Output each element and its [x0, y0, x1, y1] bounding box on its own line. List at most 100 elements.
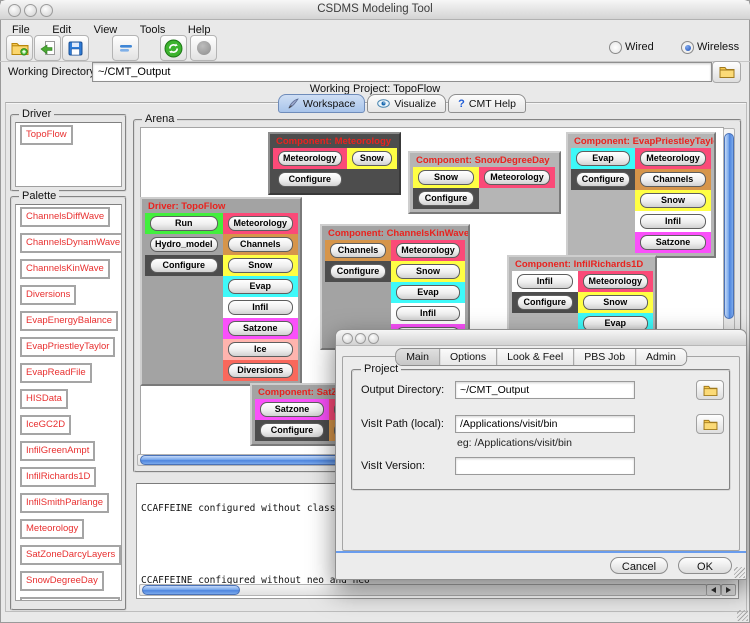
hydro-model-button[interactable]: Hydro_model: [150, 237, 218, 252]
window-resize-grip[interactable]: [737, 610, 748, 621]
configure-button[interactable]: Configure: [278, 172, 342, 187]
palette-item[interactable]: Meteorology: [20, 519, 84, 539]
save-button[interactable]: [62, 35, 89, 61]
palette-item[interactable]: ChannelsDynamWave: [20, 233, 122, 253]
dialog-resize-grip[interactable]: [734, 567, 745, 578]
working-directory-input[interactable]: [92, 62, 712, 82]
output-directory-browse-button[interactable]: [696, 380, 724, 400]
snow-port-button[interactable]: Snow: [583, 295, 648, 310]
zoom-window-icon[interactable]: [368, 333, 379, 344]
palette-item[interactable]: InfilGreenAmpt: [20, 441, 95, 461]
meteorology-port-button[interactable]: Meteorology: [396, 243, 460, 258]
channels-port-button[interactable]: Channels: [330, 243, 386, 258]
meteorology-port-button[interactable]: Meteorology: [278, 151, 342, 166]
scroll-left-arrow-icon[interactable]: [706, 584, 721, 596]
snow-port-button[interactable]: Snow: [396, 264, 460, 279]
output-directory-input[interactable]: [455, 381, 635, 399]
tab-main[interactable]: Main: [396, 349, 439, 365]
infil-port-button[interactable]: Infil: [228, 300, 294, 315]
palette-item[interactable]: EvapEnergyBalance: [20, 311, 118, 331]
console-horizontal-scrollbar[interactable]: [139, 584, 707, 596]
component-window-evappriestleytaylor[interactable]: Component: EvapPriestleyTaylor Evap Conf…: [566, 132, 716, 258]
snow-port-button[interactable]: Snow: [418, 170, 474, 185]
component-title: Component: SnowDegreeDay: [410, 153, 559, 167]
channels-port-button[interactable]: Channels: [640, 172, 706, 187]
configure-button[interactable]: Configure: [418, 191, 474, 206]
scrollbar-thumb[interactable]: [142, 585, 240, 595]
component-window-snowdegreeday[interactable]: Component: SnowDegreeDay Snow Configure …: [408, 151, 561, 214]
palette-item[interactable]: EvapReadFile: [20, 363, 92, 383]
run-button[interactable]: Run: [150, 216, 218, 231]
dialog-titlebar[interactable]: [336, 330, 746, 346]
tab-look-feel[interactable]: Look & Feel: [496, 349, 573, 365]
infil-port-button[interactable]: Infil: [517, 274, 573, 289]
tab-pbs-job[interactable]: PBS Job: [573, 349, 635, 365]
cancel-button[interactable]: Cancel: [610, 557, 668, 574]
snow-port-button[interactable]: Snow: [352, 151, 392, 166]
visit-version-input[interactable]: [455, 457, 635, 475]
wired-radio[interactable]: [609, 41, 622, 54]
palette-item[interactable]: ChannelsKinWave: [20, 259, 110, 279]
snow-port-button[interactable]: Snow: [640, 193, 706, 208]
palette-item[interactable]: EvapPriestleyTaylor: [20, 337, 115, 357]
configure-button[interactable]: Configure: [330, 264, 386, 279]
wireless-radio[interactable]: [681, 41, 694, 54]
minimize-window-icon[interactable]: [355, 333, 366, 344]
palette-item[interactable]: SnowDegreeDay: [20, 571, 104, 591]
driver-window-topoflow[interactable]: Driver: TopoFlow Run Hydro_model Configu…: [140, 197, 302, 386]
ok-button[interactable]: OK: [678, 557, 732, 574]
driver-item-topoflow[interactable]: TopoFlow: [20, 125, 73, 145]
palette-item[interactable]: HISData: [20, 389, 68, 409]
channels-port-button[interactable]: Channels: [228, 237, 294, 252]
scroll-right-arrow-icon[interactable]: [721, 584, 736, 596]
evap-port-button[interactable]: Evap: [396, 285, 460, 300]
configure-button[interactable]: Configure: [260, 423, 324, 438]
close-window-icon[interactable]: [342, 333, 353, 344]
console-button[interactable]: [112, 35, 139, 61]
visit-path-browse-button[interactable]: [696, 414, 724, 434]
palette-item[interactable]: ChannelsDiffWave: [20, 207, 110, 227]
meteorology-port-button[interactable]: Meteorology: [484, 170, 550, 185]
ice-port-button[interactable]: Ice: [228, 342, 294, 357]
palette-item[interactable]: SnowEnergyBalance: [20, 597, 120, 601]
component-window-infilrichards1d[interactable]: Component: InfilRichards1D Infil Configu…: [507, 255, 657, 339]
configure-button[interactable]: Configure: [576, 172, 630, 187]
satzone-port-button[interactable]: Satzone: [640, 235, 706, 250]
palette-item[interactable]: InfilSmithParlange: [20, 493, 109, 513]
scrollbar-thumb[interactable]: [724, 133, 734, 319]
evap-port-button[interactable]: Evap: [228, 279, 294, 294]
tab-cmt-help[interactable]: ? CMT Help: [448, 94, 526, 113]
infil-port-button[interactable]: Infil: [396, 306, 460, 321]
configure-button[interactable]: Configure: [517, 295, 573, 310]
visit-path-input[interactable]: [455, 415, 635, 433]
palette-item[interactable]: IceGC2D: [20, 415, 71, 435]
import-button[interactable]: [34, 35, 61, 61]
evap-port-button[interactable]: Evap: [576, 151, 630, 166]
meteorology-port-button[interactable]: Meteorology: [583, 274, 648, 289]
satzone-port-button[interactable]: Satzone: [228, 321, 294, 336]
diversions-port-button[interactable]: Diversions: [228, 363, 294, 378]
component-window-meteorology[interactable]: Component: Meteorology Meteorology Confi…: [268, 132, 401, 195]
meteorology-port-button[interactable]: Meteorology: [228, 216, 294, 231]
stop-button[interactable]: [190, 35, 217, 61]
palette-item[interactable]: InfilRichards1D: [20, 467, 96, 487]
port-pad-infil: Infil: [635, 211, 711, 232]
tab-visualize[interactable]: Visualize: [367, 94, 446, 113]
tab-admin[interactable]: Admin: [635, 349, 686, 365]
working-directory-browse-button[interactable]: [712, 61, 741, 83]
snow-port-button[interactable]: Snow: [228, 258, 294, 273]
palette-item[interactable]: Diversions: [20, 285, 76, 305]
configure-pad: Configure: [325, 261, 391, 282]
window-title: CSDMS Modeling Tool: [0, 3, 750, 15]
palette-item[interactable]: SatZoneDarcyLayers: [20, 545, 121, 565]
satzone-port-button[interactable]: Satzone: [260, 402, 324, 417]
meteorology-port-button[interactable]: Meteorology: [640, 151, 706, 166]
new-project-button[interactable]: [6, 35, 33, 61]
refresh-button[interactable]: [160, 35, 187, 61]
tab-options[interactable]: Options: [439, 349, 496, 365]
infil-port-button[interactable]: Infil: [640, 214, 706, 229]
port-pad-meteorology: Meteorology: [391, 240, 465, 261]
window-titlebar: CSDMS Modeling Tool: [0, 0, 750, 20]
configure-button[interactable]: Configure: [150, 258, 218, 273]
tab-workspace[interactable]: Workspace: [278, 94, 365, 113]
